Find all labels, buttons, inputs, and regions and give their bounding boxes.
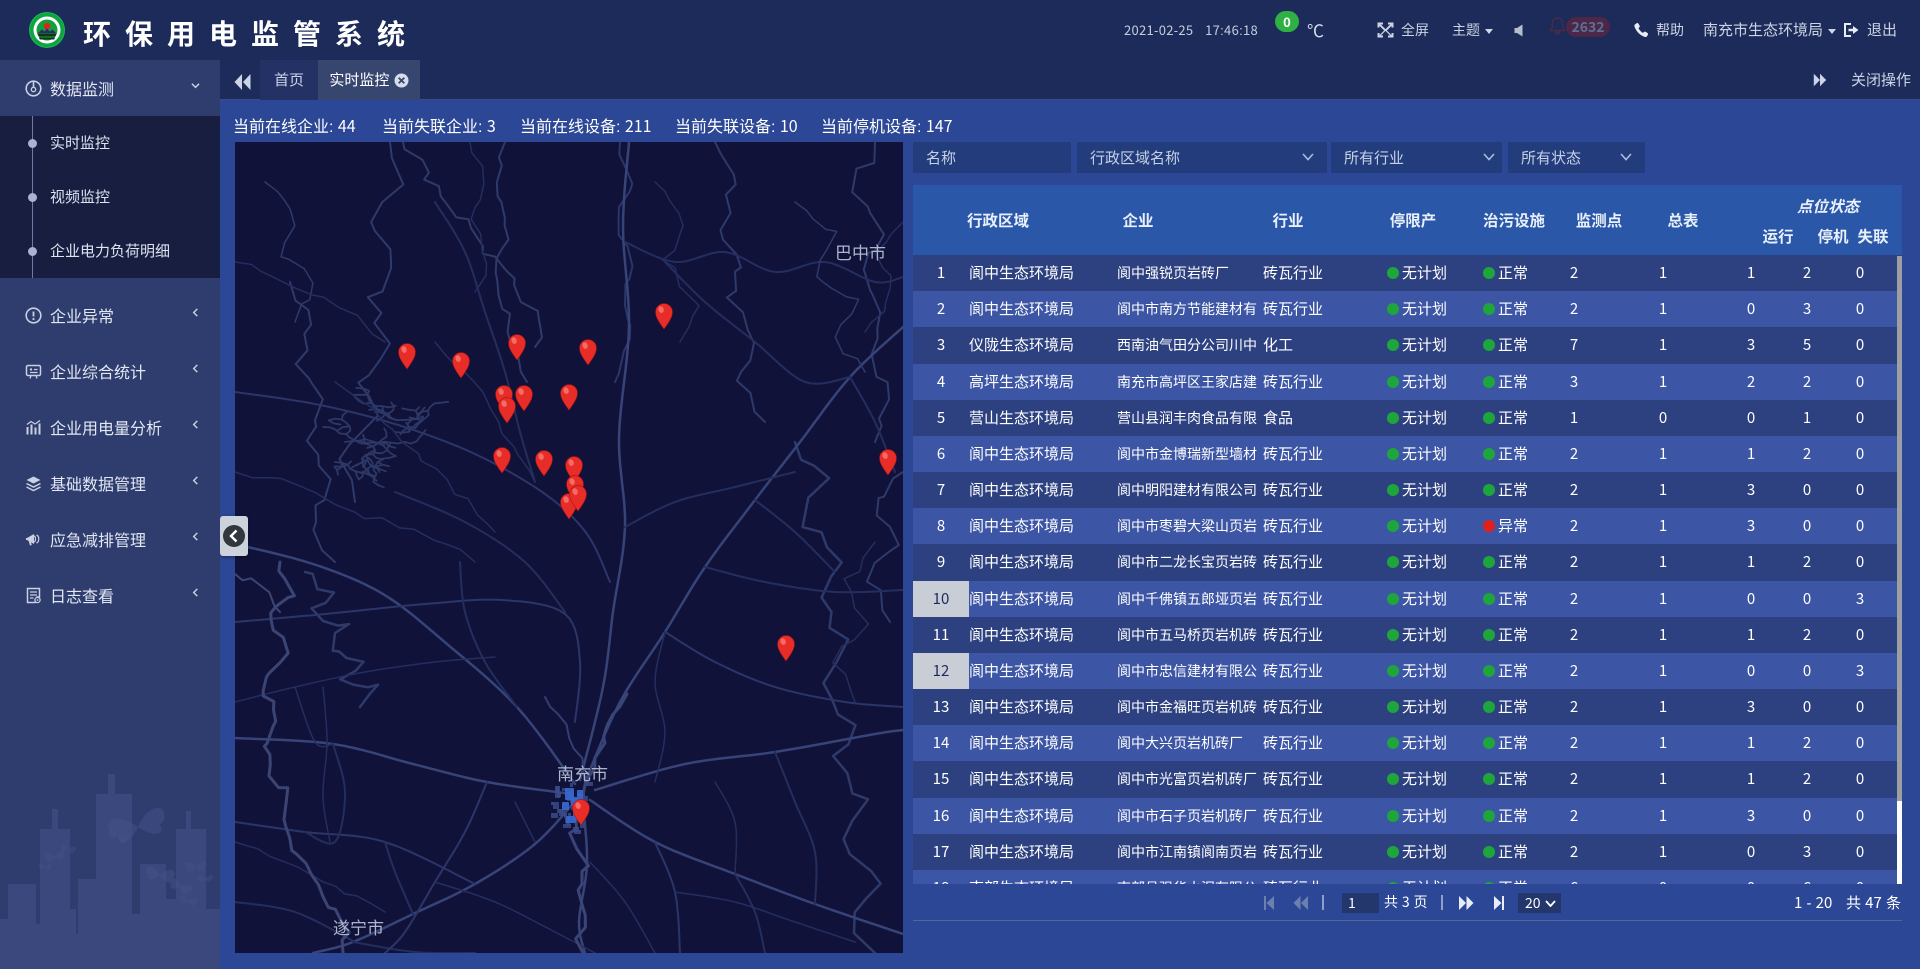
svg-text:巴中市: 巴中市 [835, 239, 886, 264]
svg-text:南充市: 南充市 [557, 760, 608, 785]
svg-text:遂宁市: 遂宁市 [333, 914, 384, 939]
